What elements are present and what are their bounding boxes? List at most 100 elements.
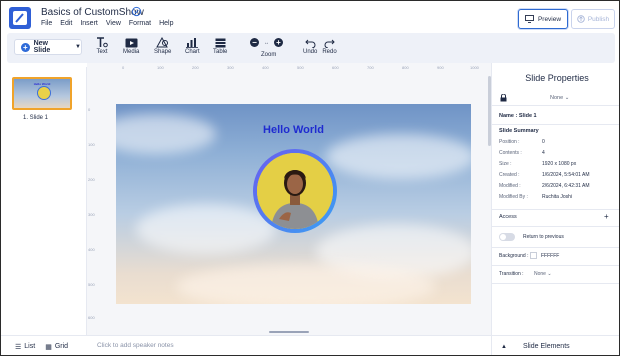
divider bbox=[492, 283, 619, 284]
publish-button[interactable]: Publish bbox=[571, 9, 615, 29]
monitor-icon bbox=[524, 15, 534, 23]
summary-value: Ruchita Joshi bbox=[542, 194, 573, 200]
ruler-label: 500 bbox=[88, 282, 95, 287]
ruler-label: 1000 bbox=[470, 65, 479, 70]
slide-canvas[interactable]: Hello World bbox=[116, 104, 471, 304]
app-window: Basics of CustomShow File Edit Insert Vi… bbox=[0, 0, 620, 356]
slide-title-text[interactable]: Hello World bbox=[116, 124, 471, 136]
shape-tool[interactable]: Shape bbox=[154, 37, 171, 55]
media-tool[interactable]: Media bbox=[123, 37, 139, 55]
summary-value: 2/6/2024, 6:42:31 AM bbox=[542, 183, 590, 189]
menu-insert[interactable]: Insert bbox=[80, 20, 98, 27]
tab-grid-label: Grid bbox=[54, 343, 69, 350]
slide-thumbnail-label: 1. Slide 1 bbox=[23, 115, 49, 121]
publish-icon bbox=[577, 15, 585, 23]
slide-elements-bar[interactable]: ▲ Slide Elements bbox=[491, 335, 619, 355]
app-logo-icon[interactable] bbox=[9, 7, 31, 29]
shape-tool-label: Shape bbox=[154, 49, 172, 55]
new-slide-button[interactable]: + New Slide ▼ bbox=[14, 39, 82, 55]
text-tool[interactable]: Text bbox=[96, 37, 108, 55]
summary-key: Modified By : bbox=[499, 194, 528, 200]
divider bbox=[492, 124, 619, 125]
chevron-down-icon: ⌄ bbox=[547, 271, 552, 277]
media-icon bbox=[125, 37, 138, 48]
return-to-previous-toggle[interactable] bbox=[499, 233, 515, 241]
publish-label: Publish bbox=[587, 15, 610, 23]
transition-value: None bbox=[534, 271, 546, 277]
preview-label: Preview bbox=[537, 15, 562, 23]
zoom-label: Zoom bbox=[261, 52, 277, 58]
table-icon bbox=[215, 37, 226, 48]
list-icon: ☰ bbox=[15, 343, 22, 351]
menu-edit[interactable]: Edit bbox=[60, 20, 72, 27]
redo-icon bbox=[324, 37, 335, 48]
speaker-notes-input[interactable]: Click to add speaker notes bbox=[87, 335, 491, 355]
cloud-shape bbox=[326, 134, 471, 179]
menu-help[interactable]: Help bbox=[159, 20, 173, 27]
view-tabs: ☰ List ▦ Grid bbox=[1, 335, 87, 355]
document-title[interactable]: Basics of CustomShow bbox=[41, 7, 144, 18]
background-value[interactable]: FFFFFF bbox=[541, 253, 559, 259]
cloud-shape bbox=[136, 204, 276, 254]
tab-list[interactable]: ☰ List bbox=[15, 343, 35, 351]
text-icon bbox=[96, 37, 108, 48]
plus-icon: + bbox=[21, 42, 30, 52]
bar-chart-icon bbox=[186, 37, 199, 48]
tab-grid[interactable]: ▦ Grid bbox=[45, 343, 68, 351]
slide-list-panel: Hello World 1. Slide 1 bbox=[1, 67, 87, 335]
lock-icon[interactable] bbox=[500, 94, 507, 102]
menu-format[interactable]: Format bbox=[129, 20, 151, 27]
background-label: Background : bbox=[499, 253, 529, 259]
undo-redo-group: Undo Redo bbox=[303, 37, 337, 55]
ruler-label: 0 bbox=[88, 107, 91, 112]
chevron-down-icon[interactable]: ▼ bbox=[75, 44, 81, 50]
summary-value: 0 bbox=[542, 139, 545, 145]
ruler-label: 800 bbox=[402, 65, 409, 70]
divider bbox=[492, 265, 619, 266]
toolbar: + New Slide ▼ Text Media Shape Chart Tab… bbox=[7, 33, 615, 63]
preview-button[interactable]: Preview bbox=[518, 9, 568, 29]
ruler-label: 400 bbox=[262, 65, 269, 70]
ruler-vertical: 0 100 200 300 400 500 600 bbox=[88, 97, 96, 327]
ruler-label: 100 bbox=[157, 65, 164, 70]
ruler-horizontal: 0 100 200 300 400 500 600 700 800 900 10… bbox=[94, 65, 484, 73]
zoom-out-icon[interactable]: − bbox=[250, 38, 259, 47]
ruler-label: 300 bbox=[227, 65, 234, 70]
ruler-label: 700 bbox=[367, 65, 374, 70]
slide-name[interactable]: Name : Slide 1 bbox=[499, 113, 537, 119]
portrait-image[interactable] bbox=[257, 153, 333, 229]
undo-button[interactable]: Undo bbox=[303, 37, 317, 55]
menu-view[interactable]: View bbox=[106, 20, 121, 27]
summary-value: 1920 x 1080 px bbox=[542, 161, 577, 167]
chevron-up-icon[interactable]: ▲ bbox=[501, 344, 507, 350]
slide-thumbnail[interactable]: Hello World bbox=[12, 77, 72, 110]
media-tool-label: Media bbox=[123, 49, 140, 55]
redo-label: Redo bbox=[322, 49, 337, 55]
ruler-label: 600 bbox=[332, 65, 339, 70]
transition-dropdown[interactable]: None ⌄ bbox=[534, 271, 552, 277]
tab-list-label: List bbox=[24, 343, 36, 350]
menu-file[interactable]: File bbox=[41, 20, 52, 27]
new-slide-label: New Slide bbox=[33, 40, 51, 54]
access-add-button[interactable]: + bbox=[604, 212, 609, 221]
ruler-label: 400 bbox=[88, 247, 95, 252]
summary-value: 1/6/2024, 5:54:01 AM bbox=[542, 172, 590, 178]
chart-tool-label: Chart bbox=[185, 49, 200, 55]
horizontal-scroll-handle[interactable] bbox=[269, 331, 309, 333]
table-tool[interactable]: Table bbox=[213, 37, 227, 55]
ruler-label: 600 bbox=[88, 315, 95, 320]
slide-properties-panel: Slide Properties None ⌄ Name : Slide 1 S… bbox=[491, 63, 619, 335]
access-label: Access bbox=[499, 214, 517, 220]
lock-dropdown[interactable]: None ⌄ bbox=[550, 95, 569, 101]
properties-title: Slide Properties bbox=[525, 73, 589, 83]
chart-tool[interactable]: Chart bbox=[185, 37, 200, 55]
chevron-down-icon: ⌄ bbox=[564, 95, 570, 101]
grid-icon: ▦ bbox=[45, 343, 52, 351]
background-color-swatch[interactable] bbox=[530, 252, 537, 259]
ruler-label: 900 bbox=[437, 65, 444, 70]
lock-value: None bbox=[550, 95, 564, 101]
summary-value: 4 bbox=[542, 150, 545, 156]
zoom-in-icon[interactable]: + bbox=[274, 38, 283, 47]
cloud-sync-icon bbox=[131, 6, 142, 17]
redo-button[interactable]: Redo bbox=[322, 37, 337, 55]
